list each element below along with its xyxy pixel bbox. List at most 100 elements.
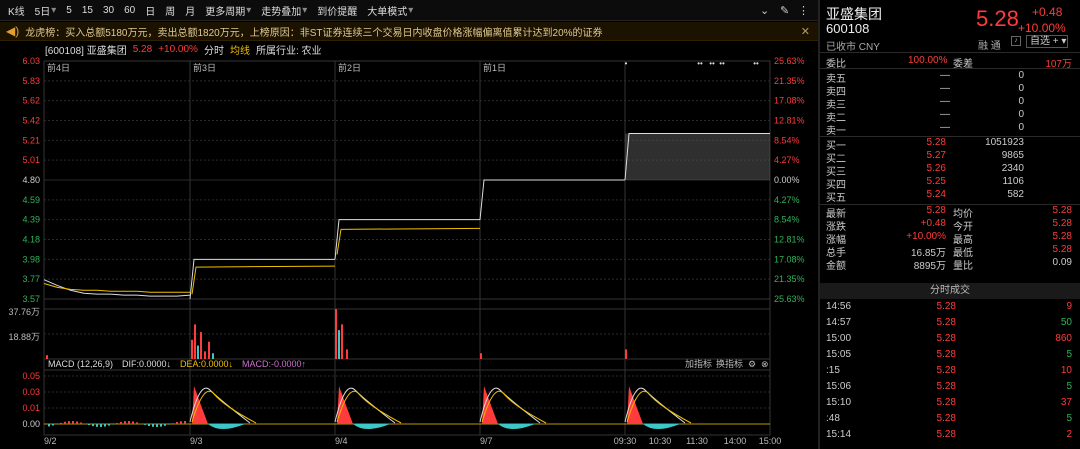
news-banner[interactable]: ◀) 龙虎榜：买入总额5180万元，卖出总额1820万元，上榜原因：非ST证券连… <box>0 22 818 41</box>
more-periods-menu[interactable]: 更多周期 <box>205 3 245 18</box>
trade-time: :15 <box>826 365 840 376</box>
day-label: 前4日 <box>47 62 70 73</box>
macd-bar <box>124 421 126 424</box>
trades-header: 分时成交 <box>820 283 1080 299</box>
tab-30min[interactable]: 30 <box>103 5 114 16</box>
macd-bar <box>643 424 680 429</box>
big-order-menu[interactable]: 大单模式 <box>367 3 407 18</box>
macd-bar <box>96 424 98 427</box>
trade-volume: 50 <box>1060 317 1072 328</box>
trade-time: 15:05 <box>826 349 852 360</box>
price-tick: 4.18 <box>22 235 40 245</box>
chevron-down-circle-icon[interactable]: ⌄ <box>760 4 769 17</box>
close-icon[interactable]: ✕ <box>801 25 810 38</box>
news-text: 龙虎榜：买入总额5180万元，卖出总额1820万元，上榜原因：非ST证券连续三个… <box>25 27 603 39</box>
macd-bar <box>168 424 170 425</box>
macd-bar <box>100 424 102 427</box>
price-chart[interactable]: 6.03 5.83 5.62 5.42 5.21 5.01 4.80 4.59 4.39 4.18… <box>0 57 818 449</box>
trade-row: 15:06 5.28 5 <box>820 381 1080 395</box>
area-fill <box>625 133 770 180</box>
tab-avg-line[interactable]: 均线 <box>230 42 250 57</box>
price-change: +0.48 <box>1032 5 1063 19</box>
macd-bar <box>184 421 186 424</box>
volume-bar <box>197 345 199 359</box>
bid-volume: 9865 <box>1001 150 1024 161</box>
stat-row: 总手 16.85万 最低 5.28 <box>820 244 1080 259</box>
bid-volume: 2340 <box>1001 163 1024 174</box>
price-alert-button[interactable]: 到价提醒 <box>317 3 357 18</box>
volume-bar <box>200 332 202 359</box>
stat-value: 8895万 <box>913 261 946 272</box>
trade-volume: 5 <box>1066 349 1072 360</box>
price-tick: 4.80 <box>22 175 40 185</box>
trade-row: :15 5.28 10 <box>820 365 1080 379</box>
macd-bar <box>136 422 138 424</box>
avg-line <box>43 283 190 293</box>
price-line <box>43 279 191 297</box>
macd-bar <box>132 421 134 424</box>
speaker-icon: ◀) <box>6 24 20 38</box>
bell-icon[interactable]: ♪ <box>1011 36 1021 46</box>
ask-price: — <box>940 83 950 94</box>
ask-price: — <box>940 70 950 81</box>
stat-label: 量比 <box>953 261 973 272</box>
tab-5min[interactable]: 5 <box>66 5 72 16</box>
stat-value: +10.00% <box>906 231 946 242</box>
event-marker: •• <box>753 59 759 68</box>
trade-time: 15:14 <box>826 429 852 440</box>
bid-row: 买四 5.25 1106 <box>820 176 1080 191</box>
event-marker: •• <box>697 59 703 68</box>
tab-week[interactable]: 周 <box>165 3 175 18</box>
trade-volume: 10 <box>1060 365 1072 376</box>
bid-row: 买一 5.28 1051923 <box>820 137 1080 152</box>
bid-row: 买五 5.24 582 <box>820 189 1080 204</box>
tab-month[interactable]: 月 <box>185 3 195 18</box>
overlay-menu[interactable]: 走势叠加 <box>261 3 301 18</box>
tab-kline[interactable]: K线 <box>8 3 25 18</box>
trade-row: 14:56 5.28 9 <box>820 301 1080 315</box>
bid-label: 买五 <box>826 193 846 204</box>
tab-5day[interactable]: 5日 <box>35 3 51 18</box>
x-tick: 09:30 <box>614 436 637 446</box>
gear-icon: ⚙ <box>748 359 756 369</box>
ask-row: 卖三 —0 <box>820 96 1080 111</box>
tab-15min[interactable]: 15 <box>82 5 93 16</box>
ask-price: — <box>940 109 950 120</box>
stat-value: +0.48 <box>920 218 946 229</box>
stat-label: 金额 <box>826 261 846 272</box>
macd-bar <box>80 422 82 424</box>
pct-tick: 25.63% <box>774 57 805 66</box>
stat-row: 涨幅 +10.00% 最高 5.28 <box>820 231 1080 246</box>
trade-price: 5.28 <box>936 333 956 344</box>
bid-price: 5.26 <box>926 163 946 174</box>
macd-bar <box>164 424 166 426</box>
price-tick: 5.62 <box>22 96 40 106</box>
macd-value: MACD:-0.0000↑ <box>242 359 306 369</box>
macd-bar <box>116 423 118 424</box>
volume-tick: 37.76万 <box>8 307 40 317</box>
trade-price: 5.28 <box>936 349 956 360</box>
bid-volume: 1106 <box>1002 176 1024 187</box>
add-indicator-button: 加指标 <box>685 358 712 369</box>
macd-bar <box>144 424 146 425</box>
volume-bar <box>480 353 482 359</box>
macd-bar <box>156 424 158 427</box>
tab-60min[interactable]: 60 <box>124 5 135 16</box>
more-vertical-icon[interactable]: ⋮ <box>798 4 809 17</box>
macd-bar <box>148 424 150 427</box>
trade-time: 15:10 <box>826 397 852 408</box>
ask-price: — <box>940 96 950 107</box>
tab-day[interactable]: 日 <box>145 3 155 18</box>
add-watchlist-button[interactable]: 自选 + ▾ <box>1026 35 1068 48</box>
volume-tick: 18.88万 <box>8 332 40 342</box>
trade-row: 15:00 5.28 860 <box>820 333 1080 347</box>
volume-bar <box>208 341 210 359</box>
x-tick: 15:00 <box>759 436 782 446</box>
info-pct: +10.00% <box>158 44 198 55</box>
pct-tick: 21.35% <box>774 274 805 284</box>
price-tick: 3.77 <box>22 274 40 284</box>
ask-row: 卖二 —0 <box>820 109 1080 124</box>
macd-bar <box>208 424 245 429</box>
pencil-icon[interactable]: ✎ <box>780 4 789 17</box>
tab-timeshare[interactable]: 分时 <box>204 42 224 57</box>
